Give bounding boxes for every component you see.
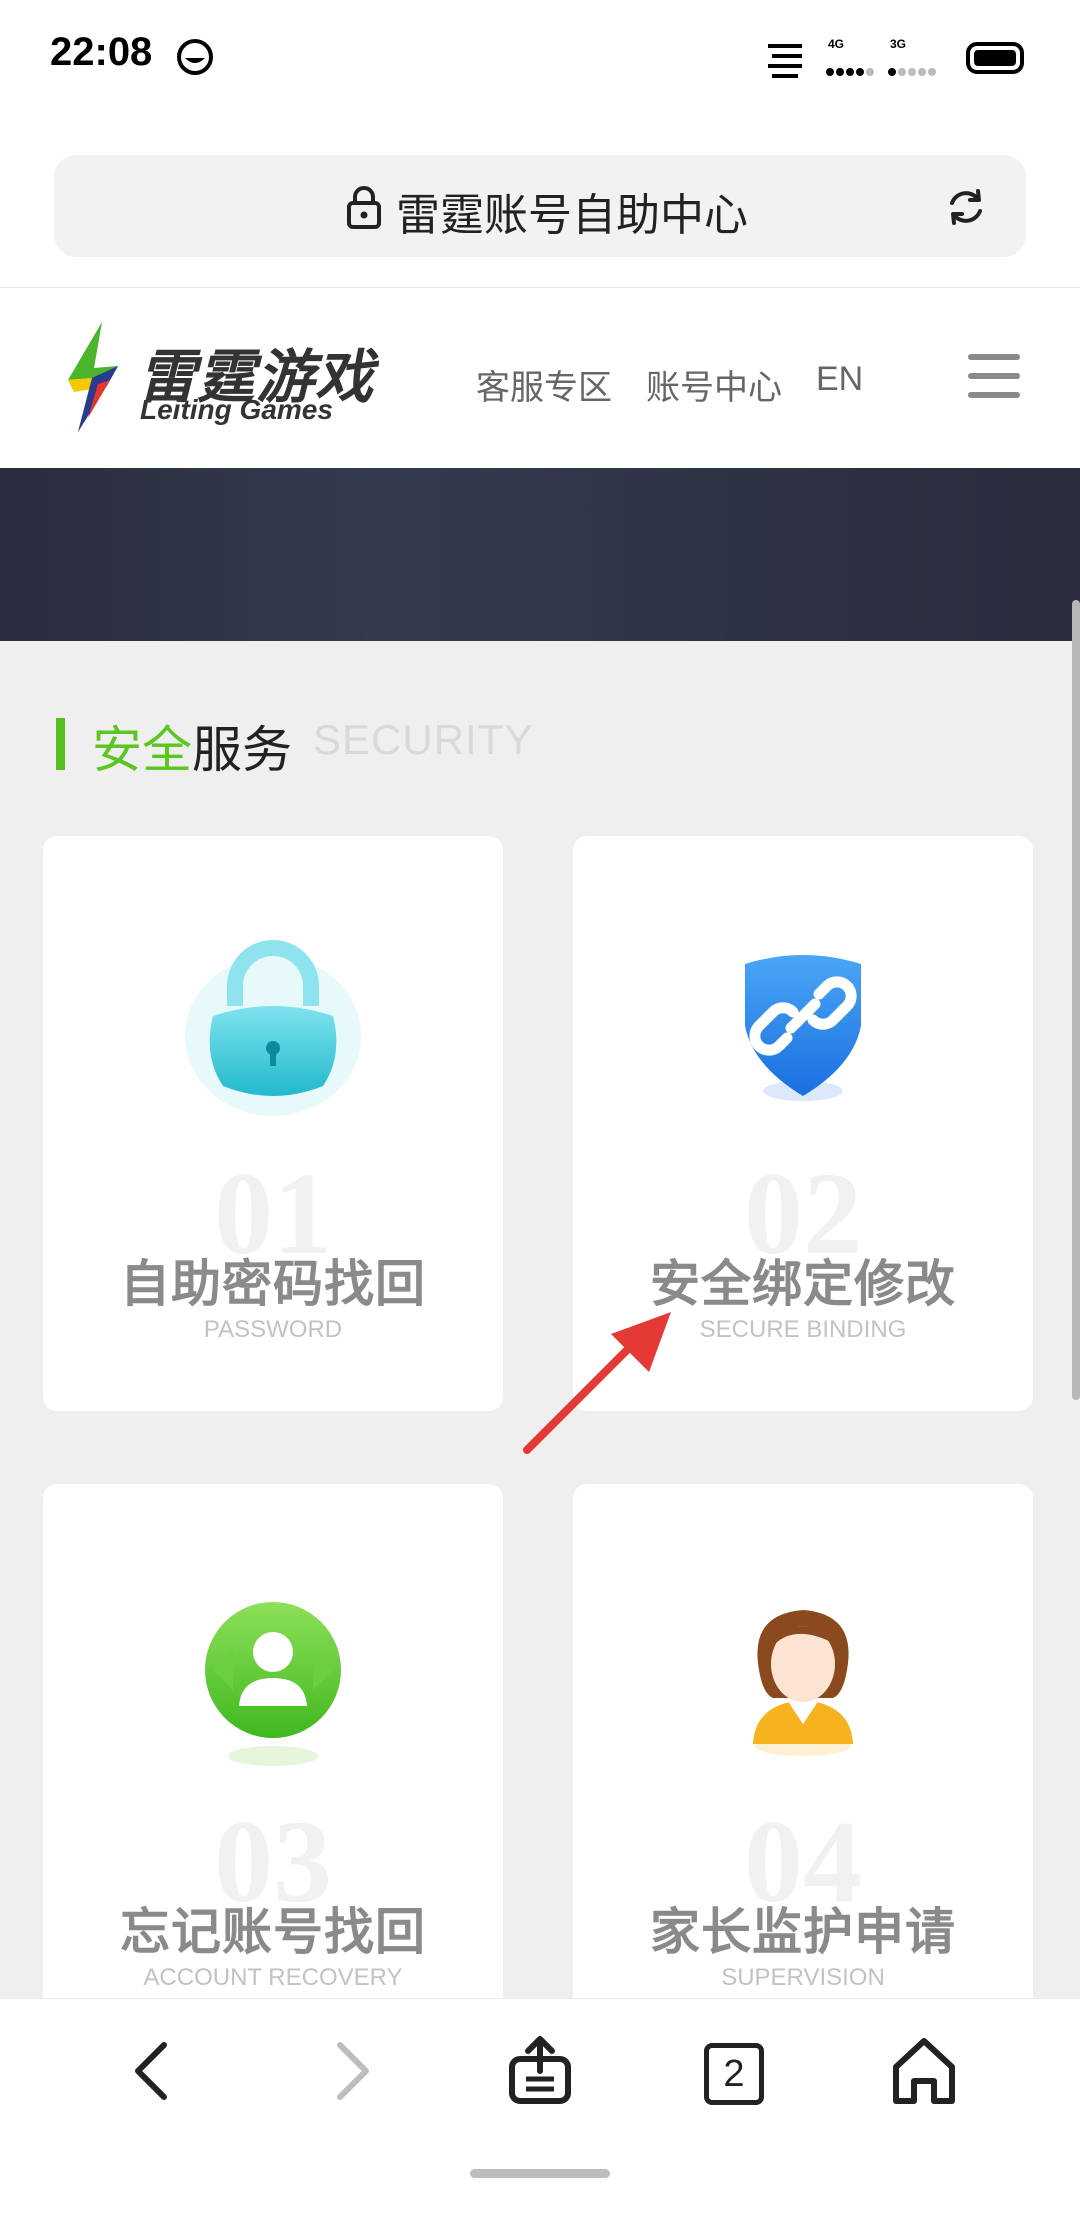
card-subtitle: ACCOUNT RECOVERY	[143, 1964, 403, 1991]
share-icon[interactable]	[500, 2031, 580, 2111]
card-subtitle: SUPERVISION	[721, 1964, 885, 1991]
signal-2-icon	[888, 68, 936, 76]
card-title: 自助密码找回	[120, 1255, 426, 1313]
reload-icon[interactable]	[944, 185, 988, 229]
card-parental-supervision[interactable]: 04 家长监护申请 SUPERVISION	[573, 1484, 1033, 2024]
net1-label: 4G	[828, 37, 844, 51]
nav-language-en[interactable]: EN	[816, 360, 863, 399]
leiting-logo-icon[interactable]	[58, 322, 128, 432]
net2-label: 3G	[890, 37, 906, 51]
status-time: 22:08	[50, 30, 153, 74]
section-accent-bar	[56, 718, 65, 770]
card-title: 忘记账号找回	[120, 1903, 426, 1961]
hamburger-menu-icon[interactable]	[968, 354, 1020, 398]
lock-icon	[185, 940, 361, 1116]
signal-1-icon	[826, 68, 874, 76]
forward-icon[interactable]	[310, 2031, 390, 2111]
hero-banner	[0, 468, 1080, 641]
card-subtitle: PASSWORD	[203, 1316, 343, 1343]
page-title: 雷霆账号自助中心	[396, 190, 748, 241]
page-scrollbar[interactable]	[1072, 600, 1080, 1400]
card-title: 家长监护申请	[650, 1903, 956, 1961]
annotation-arrow-icon	[523, 1312, 671, 1454]
lock-icon	[347, 186, 381, 229]
parent-icon	[753, 1610, 853, 1756]
data-activity-icon	[768, 44, 802, 78]
tabs-count: 2	[704, 2043, 764, 2105]
battery-icon	[966, 42, 1024, 74]
section-title-en: SECURITY	[313, 716, 534, 763]
tabs-button[interactable]: 2	[692, 2031, 772, 2111]
home-icon[interactable]	[884, 2031, 964, 2111]
status-icons: 4G 3G	[768, 37, 1024, 78]
address-bar[interactable]: 雷霆账号自助中心	[54, 155, 1026, 257]
site-header: 雷霆游戏 Leiting Games 客服专区 账号中心 EN	[0, 288, 1080, 468]
shield-link-icon	[745, 955, 861, 1101]
browser-address-area: 雷霆账号自助中心	[0, 115, 1080, 288]
card-account-recovery[interactable]: 03 忘记账号找回 ACCOUNT RECOVERY	[43, 1484, 503, 2024]
app-notification-icon	[177, 39, 213, 75]
nav-customer-service[interactable]: 客服专区	[476, 360, 612, 409]
section-title-rest: 服务	[192, 721, 292, 779]
section-title: 安全服务	[92, 710, 292, 782]
section-title-highlight: 安全	[92, 721, 192, 779]
back-icon[interactable]	[116, 2031, 196, 2111]
user-recover-icon	[205, 1602, 341, 1766]
home-indicator[interactable]	[470, 2169, 610, 2178]
status-bar: 22:08 4G 3G	[0, 0, 1080, 115]
logo-text-en: Leiting Games	[140, 394, 333, 425]
card-password-recovery[interactable]: 01 自助密码找回 PASSWORD	[43, 836, 503, 1411]
nav-account-center[interactable]: 账号中心	[646, 360, 782, 409]
browser-toolbar: 2	[0, 1998, 1080, 2221]
